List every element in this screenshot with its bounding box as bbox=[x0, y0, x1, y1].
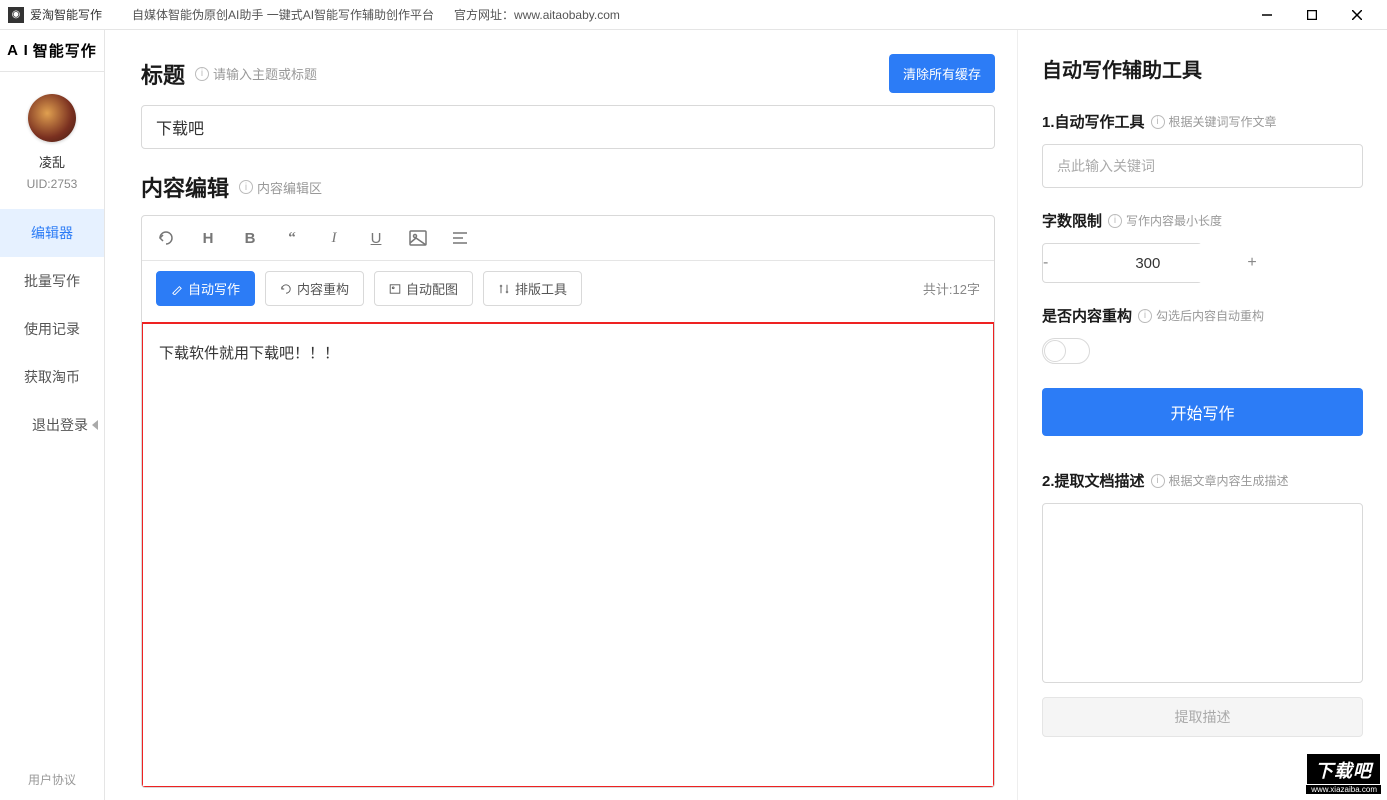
sidebar-item-batch[interactable]: 批量写作 bbox=[0, 257, 104, 305]
word-limit-hint: i写作内容最小长度 bbox=[1108, 212, 1222, 229]
uid: UID:2753 bbox=[27, 177, 78, 191]
undo-icon[interactable] bbox=[156, 228, 176, 248]
restructure-toggle-label: 是否内容重构 bbox=[1042, 305, 1132, 326]
italic-icon[interactable]: I bbox=[324, 228, 344, 248]
clear-cache-button[interactable]: 清除所有缓存 bbox=[889, 54, 995, 93]
tools-column: 自动写作辅助工具 1.自动写作工具 i根据关键词写作文章 字数限制 i写作内容最… bbox=[1017, 30, 1387, 800]
info-icon: i bbox=[239, 180, 253, 194]
title-hint: i请输入主题或标题 bbox=[195, 64, 317, 83]
info-icon: i bbox=[1138, 309, 1152, 323]
avatar[interactable] bbox=[28, 94, 76, 142]
sidebar-item-editor[interactable]: 编辑器 bbox=[0, 209, 104, 257]
extract-desc-label: 2.提取文档描述 bbox=[1042, 470, 1145, 491]
keyword-input[interactable] bbox=[1042, 144, 1363, 188]
app-name: 爱淘智能写作 bbox=[30, 6, 102, 23]
info-icon: i bbox=[1151, 474, 1165, 488]
layout-tool-button[interactable]: 排版工具 bbox=[483, 271, 582, 306]
info-icon: i bbox=[195, 67, 209, 81]
auto-write-tool-label: 1.自动写作工具 bbox=[1042, 111, 1145, 132]
align-icon[interactable] bbox=[450, 228, 470, 248]
auto-image-button[interactable]: 自动配图 bbox=[374, 271, 473, 306]
app-icon: ◉ bbox=[8, 7, 24, 23]
titlebar: ◉ 爱淘智能写作 自媒体智能伪原创AI助手 一键式AI智能写作辅助创作平台 官方… bbox=[0, 0, 1387, 30]
word-limit-label: 字数限制 bbox=[1042, 210, 1102, 231]
content-textarea[interactable] bbox=[141, 322, 995, 788]
sidebar: A I 智能写作 凌乱 UID:2753 编辑器 批量写作 使用记录 获取淘币 … bbox=[0, 30, 105, 800]
auto-write-button[interactable]: 自动写作 bbox=[156, 271, 255, 306]
word-limit-stepper[interactable]: - + bbox=[1042, 243, 1202, 283]
extract-description-button[interactable]: 提取描述 bbox=[1042, 697, 1363, 737]
restructure-button[interactable]: 内容重构 bbox=[265, 271, 364, 306]
info-icon: i bbox=[1108, 214, 1122, 228]
content-hint: i内容编辑区 bbox=[239, 178, 322, 197]
sidebar-item-logout[interactable]: 退出登录 bbox=[0, 401, 104, 449]
heading-icon[interactable]: H bbox=[198, 228, 218, 248]
restructure-toggle[interactable] bbox=[1042, 338, 1090, 364]
stepper-plus[interactable]: + bbox=[1247, 244, 1256, 282]
brand: A I 智能写作 bbox=[0, 30, 104, 72]
description-output bbox=[1042, 503, 1363, 683]
tools-panel-title: 自动写作辅助工具 bbox=[1042, 54, 1363, 83]
sidebar-item-history[interactable]: 使用记录 bbox=[0, 305, 104, 353]
title-section-label: 标题 bbox=[141, 58, 185, 90]
content-section-label: 内容编辑 bbox=[141, 171, 229, 203]
format-toolbar: H B “ I U bbox=[142, 216, 994, 261]
username: 凌乱 bbox=[39, 152, 65, 171]
minimize-button[interactable] bbox=[1244, 1, 1289, 29]
start-writing-button[interactable]: 开始写作 bbox=[1042, 388, 1363, 436]
auto-write-hint: i根据关键词写作文章 bbox=[1151, 113, 1277, 130]
sidebar-item-coins[interactable]: 获取淘币 bbox=[0, 353, 104, 401]
website-label: 官方网址：www.aitaobaby.com bbox=[454, 6, 620, 23]
underline-icon[interactable]: U bbox=[366, 228, 386, 248]
stepper-value[interactable] bbox=[1048, 244, 1247, 282]
extract-desc-hint: i根据文章内容生成描述 bbox=[1151, 472, 1289, 489]
restructure-toggle-hint: i勾选后内容自动重构 bbox=[1138, 307, 1264, 324]
maximize-button[interactable] bbox=[1289, 1, 1334, 29]
image-icon[interactable] bbox=[408, 228, 428, 248]
user-agreement-link[interactable]: 用户协议 bbox=[28, 771, 76, 800]
info-icon: i bbox=[1151, 115, 1165, 129]
editor-column: 标题 i请输入主题或标题 清除所有缓存 内容编辑 i内容编辑区 H B “ I … bbox=[105, 30, 1017, 800]
app-tagline: 自媒体智能伪原创AI助手 一键式AI智能写作辅助创作平台 bbox=[132, 6, 434, 23]
char-count: 共计:12字 bbox=[923, 279, 980, 298]
title-input[interactable] bbox=[141, 105, 995, 149]
close-button[interactable] bbox=[1334, 1, 1379, 29]
action-toolbar: 自动写作 内容重构 自动配图 排版工具 共计:12字 bbox=[142, 261, 994, 323]
quote-icon[interactable]: “ bbox=[282, 228, 302, 248]
bold-icon[interactable]: B bbox=[240, 228, 260, 248]
